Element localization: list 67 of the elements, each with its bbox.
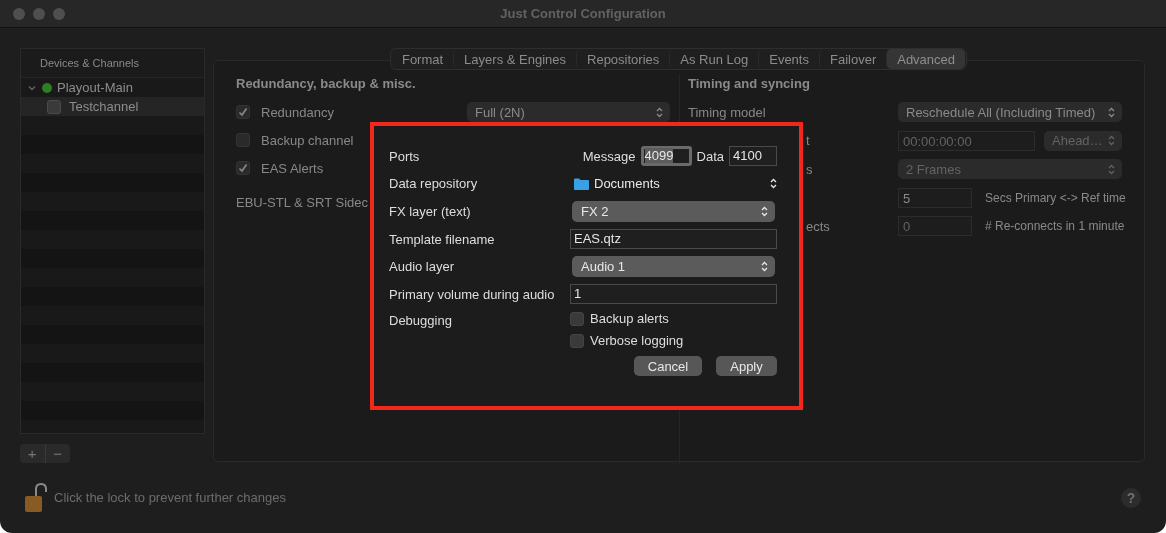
checkbox[interactable]: [236, 133, 250, 147]
input-field[interactable]: 5: [898, 187, 972, 208]
field-note: # Re-connects in 1 minute: [985, 219, 1125, 234]
tab[interactable]: Layers & Engines: [453, 49, 576, 69]
field-label: Audio layer: [389, 259, 456, 274]
cancel-button[interactable]: Cancel: [634, 356, 702, 376]
chevron-icon: [770, 178, 777, 189]
checkbox-label: Redundancy: [261, 104, 335, 120]
column-header: Devices & Channels: [21, 49, 204, 78]
tab[interactable]: Advanced: [886, 49, 966, 69]
chevron-icon: [761, 261, 768, 272]
chevron-icon: [1108, 106, 1115, 118]
input-field[interactable]: 4099: [640, 146, 692, 166]
window-control[interactable]: [33, 7, 45, 20]
checkbox[interactable]: [236, 161, 250, 175]
field-label: Data: [696, 148, 724, 164]
window-control[interactable]: [53, 7, 65, 20]
tab[interactable]: Format: [391, 49, 454, 69]
input-field[interactable]: 1: [570, 284, 777, 304]
checkbox-label: Backup channel: [261, 132, 355, 148]
lock-icon[interactable]: [24, 481, 48, 513]
field-label: Debugging: [389, 312, 453, 328]
field-label: Template filename: [389, 231, 496, 247]
tab[interactable]: As Run Log: [669, 49, 759, 69]
field-note: Secs Primary <-> Ref time: [985, 190, 1126, 205]
section-label: EBU-STL & SRT Sidec: [236, 194, 368, 210]
checkbox[interactable]: [570, 311, 584, 326]
tab[interactable]: Repositories: [576, 49, 670, 69]
add-button[interactable]: +: [20, 444, 46, 463]
field-label: Timing model: [688, 104, 766, 120]
field-label: FX layer (text): [389, 204, 472, 219]
field-label: Ports: [389, 148, 421, 164]
field-label: Primary volume during audio: [389, 286, 556, 302]
tab[interactable]: Events: [758, 49, 819, 69]
help-button[interactable]: ?: [1121, 488, 1141, 508]
popup-button[interactable]: Reschedule All (Including Timed): [898, 102, 1122, 123]
popup-button[interactable]: Audio 1: [572, 256, 775, 277]
square-icon: [47, 99, 61, 114]
chevron-icon: [1108, 163, 1115, 175]
checkbox-label: EAS Alerts: [261, 160, 325, 176]
chevron-icon: [1108, 135, 1115, 147]
input-field[interactable]: 4100: [729, 146, 777, 166]
field-label: t: [806, 133, 810, 149]
field-label: s: [806, 161, 813, 177]
checkbox[interactable]: [570, 333, 584, 348]
checkbox-label: Backup alerts: [590, 311, 669, 326]
checkbox[interactable]: [236, 105, 250, 119]
remove-button[interactable]: −: [45, 444, 70, 463]
chevron-icon: [656, 106, 663, 118]
popup-button[interactable]: Documents: [570, 173, 777, 194]
popup-button[interactable]: FX 2: [572, 201, 775, 222]
field-label: Message: [582, 148, 636, 164]
folder-icon: [574, 177, 589, 190]
popup-button[interactable]: Full (2N): [467, 102, 670, 122]
section-title: Redundancy, backup & misc.: [236, 75, 417, 93]
apply-button[interactable]: Apply: [716, 356, 777, 376]
field-label: Data repository: [389, 176, 479, 191]
checkbox-label: Verbose logging: [590, 333, 684, 348]
tree-item[interactable]: Playout-Main: [21, 78, 204, 97]
chevron-icon: [761, 206, 768, 217]
window-title: Just Control Configuration: [500, 6, 666, 21]
field-label: ects: [806, 218, 830, 234]
lock-message: Click the lock to prevent further changes: [54, 489, 287, 505]
tree-item[interactable]: Testchannel: [21, 97, 204, 116]
input-field[interactable]: EAS.qtz: [570, 229, 777, 249]
section-title: Timing and syncing: [688, 75, 811, 93]
window-control[interactable]: [13, 7, 25, 20]
